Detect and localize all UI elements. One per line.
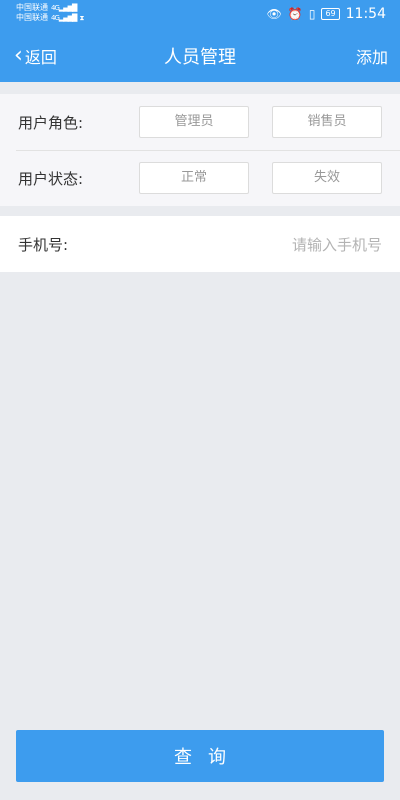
signal-1-icon: 4G▂▄▆█ [51,4,77,12]
status-right: 👁 ⏰ ▯ 69 11:54 [267,6,386,22]
carriers: 中国联通 4G▂▄▆█ 中国联通 4G▂▄▆█ ⧗ [16,3,84,23]
page-title: 人员管理 [164,47,236,68]
role-row: 用户角色: 管理员 销售员 [0,94,400,151]
phone-card: 手机号: [0,216,400,272]
eye-icon: 👁 [266,7,282,21]
signal-2-icon: 4G▂▄▆█ [51,14,77,22]
status-option-invalid[interactable]: 失效 [272,162,382,194]
carrier-2: 中国联通 [16,13,48,22]
navbar: ‹ 返回 人员管理 添加 [0,30,400,80]
header: 中国联通 4G▂▄▆█ 中国联通 4G▂▄▆█ ⧗ 👁 ⏰ ▯ 69 11:54… [0,0,400,82]
status-bar: 中国联通 4G▂▄▆█ 中国联通 4G▂▄▆█ ⧗ 👁 ⏰ ▯ 69 11:54 [0,0,400,28]
battery-icon: 69 [321,8,340,20]
phone-input[interactable] [150,230,384,260]
status-option-normal[interactable]: 正常 [139,162,249,194]
status-label: 用户状态: [18,170,84,188]
add-button[interactable]: 添加 [356,44,388,68]
query-button[interactable]: 查询 [16,730,384,782]
filter-card: 用户角色: 管理员 销售员 用户状态: 正常 失效 [0,94,400,206]
hourglass-icon: ⧗ [79,14,84,22]
clock: 11:54 [345,6,386,22]
role-option-admin[interactable]: 管理员 [139,106,249,138]
vibrate-icon: ▯ [308,7,316,21]
status-row: 用户状态: 正常 失效 [0,150,400,206]
alarm-icon: ⏰ [287,7,303,21]
phone-label: 手机号: [18,236,69,254]
role-option-sales[interactable]: 销售员 [272,106,382,138]
role-label: 用户角色: [18,114,84,132]
carrier-1: 中国联通 [16,3,48,12]
